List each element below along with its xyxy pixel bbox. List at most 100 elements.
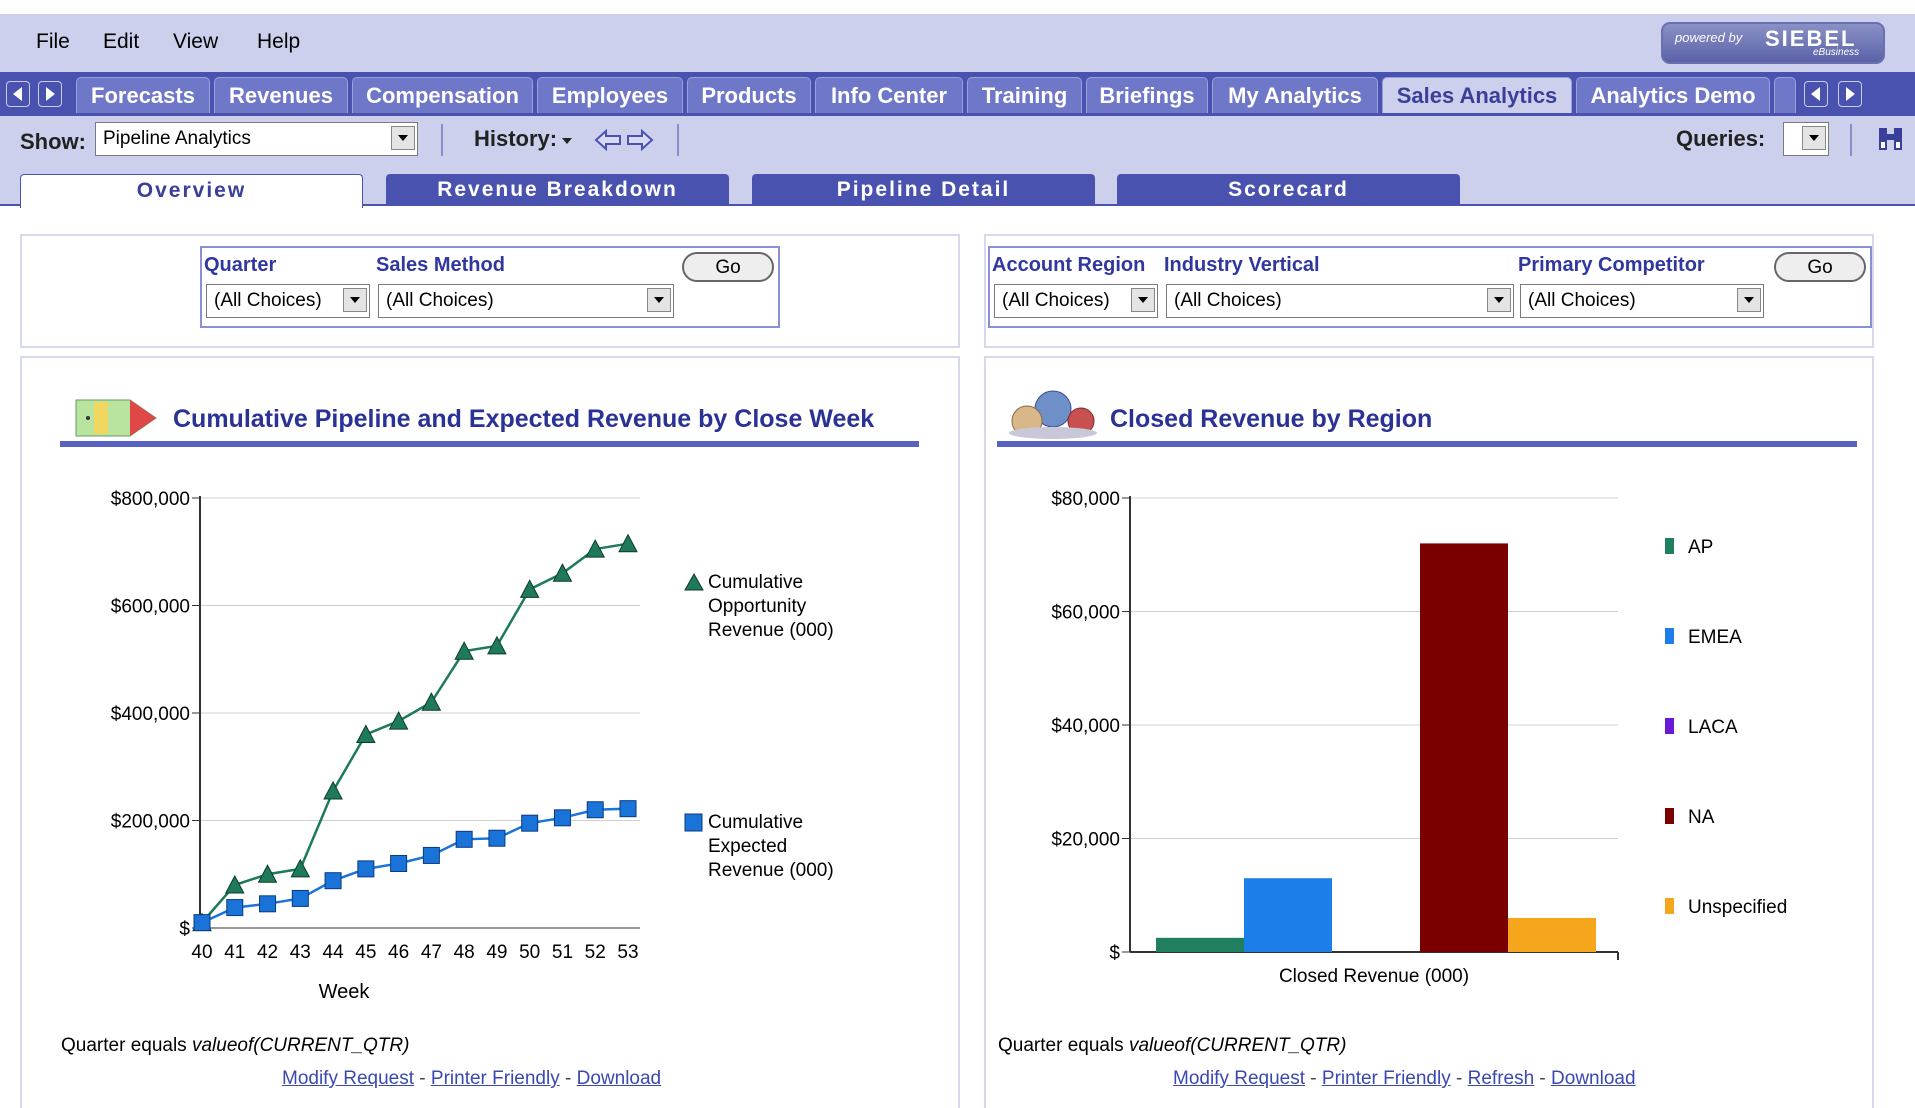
tab-scroll-right-icon[interactable] bbox=[38, 81, 62, 107]
show-select-value: Pipeline Analytics bbox=[103, 128, 251, 149]
right-filter-prefix: Quarter equals bbox=[998, 1035, 1129, 1056]
y-tick-label: $80,000 bbox=[1051, 489, 1120, 510]
menu-view[interactable]: View bbox=[173, 30, 218, 54]
globe-icon bbox=[1009, 390, 1097, 439]
x-tick-label: 52 bbox=[585, 942, 606, 963]
menu-edit[interactable]: Edit bbox=[103, 30, 139, 54]
industry-vertical-select-value: (All Choices) bbox=[1174, 290, 1282, 311]
queries-label: Queries: bbox=[1676, 126, 1766, 151]
sales-method-select[interactable]: (All Choices) bbox=[378, 284, 674, 318]
tab-info-center[interactable]: Info Center bbox=[815, 77, 963, 113]
subtab-pipeline-detail[interactable]: Pipeline Detail bbox=[752, 174, 1095, 206]
tab-sales-analytics[interactable]: Sales Analytics bbox=[1382, 77, 1572, 113]
chevron-down-icon[interactable] bbox=[1487, 288, 1511, 312]
chevron-down-icon[interactable] bbox=[1802, 126, 1826, 150]
bar bbox=[1156, 937, 1244, 952]
x-tick-label: 50 bbox=[519, 942, 540, 963]
separator bbox=[1850, 124, 1852, 156]
tab-briefings[interactable]: Briefings bbox=[1086, 77, 1208, 113]
triangle-marker bbox=[421, 692, 442, 711]
separator bbox=[677, 124, 679, 156]
series-line bbox=[201, 542, 629, 924]
x-tick-label: 51 bbox=[552, 942, 573, 963]
menu-file[interactable]: File bbox=[36, 30, 70, 54]
right-printer-friendly-link[interactable]: Printer Friendly bbox=[1322, 1068, 1451, 1089]
chevron-down-icon[interactable] bbox=[647, 288, 671, 312]
left-modify-request-link[interactable]: Modify Request bbox=[282, 1068, 414, 1089]
square-marker bbox=[390, 855, 408, 872]
triangle-marker bbox=[552, 563, 573, 582]
x-tick-label: 43 bbox=[290, 942, 311, 963]
queries-select[interactable] bbox=[1783, 122, 1829, 156]
x-tick-label: 49 bbox=[486, 942, 507, 963]
show-select[interactable]: Pipeline Analytics bbox=[95, 122, 418, 156]
legend-swatch bbox=[1665, 718, 1674, 734]
binoculars-icon[interactable] bbox=[1874, 122, 1908, 156]
legend-label: NA bbox=[1688, 807, 1715, 828]
chevron-down-icon[interactable] bbox=[1737, 288, 1761, 312]
square-marker bbox=[226, 899, 244, 917]
tab-products[interactable]: Products bbox=[687, 77, 811, 113]
quarter-select-value: (All Choices) bbox=[214, 290, 322, 311]
tab-analytics-demo[interactable]: Analytics Demo bbox=[1576, 77, 1770, 113]
tab-forecasts[interactable]: Forecasts bbox=[76, 77, 210, 113]
tab-revenues[interactable]: Revenues bbox=[214, 77, 348, 113]
tab-employees[interactable]: Employees bbox=[537, 77, 683, 113]
tab-overflow[interactable] bbox=[1774, 77, 1796, 113]
y-tick-label: $40,000 bbox=[1051, 716, 1120, 737]
chevron-down-icon[interactable] bbox=[343, 288, 367, 312]
chevron-down-icon[interactable] bbox=[1131, 288, 1155, 312]
square-marker bbox=[586, 801, 604, 819]
right-go-button[interactable]: Go bbox=[1774, 252, 1866, 282]
primary-competitor-select-value: (All Choices) bbox=[1528, 290, 1636, 311]
left-printer-friendly-link[interactable]: Printer Friendly bbox=[431, 1068, 560, 1089]
tab-my-analytics[interactable]: My Analytics bbox=[1212, 77, 1378, 113]
menu-help[interactable]: Help bbox=[257, 30, 300, 54]
history-nav-icons bbox=[594, 128, 654, 152]
chevron-down-icon[interactable] bbox=[391, 126, 415, 150]
account-region-select[interactable]: (All Choices) bbox=[994, 284, 1158, 318]
square-marker bbox=[357, 860, 375, 878]
primary-competitor-select[interactable]: (All Choices) bbox=[1520, 284, 1764, 318]
x-tick-label: 44 bbox=[323, 942, 345, 963]
title-rule bbox=[997, 441, 1857, 447]
right-download-link[interactable]: Download bbox=[1551, 1068, 1636, 1089]
left-go-button[interactable]: Go bbox=[682, 252, 774, 282]
y-tick-label: $800,000 bbox=[111, 489, 190, 510]
x-tick-label: 53 bbox=[617, 942, 638, 963]
quarter-select[interactable]: (All Choices) bbox=[206, 284, 370, 318]
left-download-link[interactable]: Download bbox=[577, 1068, 662, 1089]
y-tick-label: $600,000 bbox=[111, 597, 190, 618]
subtab-overview[interactable]: Overview bbox=[20, 174, 363, 208]
triangle-marker bbox=[323, 780, 343, 800]
y-tick-label: $20,000 bbox=[1051, 830, 1120, 851]
bar bbox=[1420, 543, 1508, 952]
square-marker bbox=[291, 889, 309, 907]
square-marker bbox=[619, 800, 637, 818]
account-region-label: Account Region bbox=[992, 254, 1146, 276]
tab-scroll-right-end-icon[interactable] bbox=[1838, 81, 1862, 107]
history-dropdown-icon[interactable] bbox=[560, 135, 576, 147]
subtab-revenue-breakdown[interactable]: Revenue Breakdown bbox=[386, 174, 729, 206]
right-modify-request-link[interactable]: Modify Request bbox=[1173, 1068, 1305, 1089]
legend-label: Cumulative Opportunity Revenue (000) bbox=[708, 572, 834, 641]
tab-scroll-left-end-icon[interactable] bbox=[1804, 81, 1828, 107]
industry-vertical-select[interactable]: (All Choices) bbox=[1166, 284, 1514, 318]
tab-scroll-left-icon[interactable] bbox=[6, 81, 30, 107]
square-marker bbox=[324, 872, 342, 890]
right-filter-text: Quarter equals valueof(CURRENT_QTR) bbox=[998, 1035, 1346, 1057]
triangle-marker bbox=[224, 874, 245, 894]
tab-compensation[interactable]: Compensation bbox=[352, 77, 533, 113]
back-arrow-icon[interactable] bbox=[594, 128, 621, 152]
history-label[interactable]: History: bbox=[474, 126, 557, 152]
subtab-scorecard[interactable]: Scorecard bbox=[1117, 174, 1460, 206]
right-refresh-link[interactable]: Refresh bbox=[1468, 1068, 1535, 1089]
square-marker bbox=[488, 829, 506, 847]
left-filter-value: valueof(CURRENT_QTR) bbox=[191, 1035, 410, 1056]
bar bbox=[1508, 917, 1596, 952]
forward-arrow-icon[interactable] bbox=[627, 128, 654, 152]
triangle-marker bbox=[618, 533, 638, 553]
legend-label: Unspecified bbox=[1688, 897, 1787, 918]
tab-training[interactable]: Training bbox=[967, 77, 1082, 113]
legend-swatch bbox=[1665, 808, 1674, 824]
